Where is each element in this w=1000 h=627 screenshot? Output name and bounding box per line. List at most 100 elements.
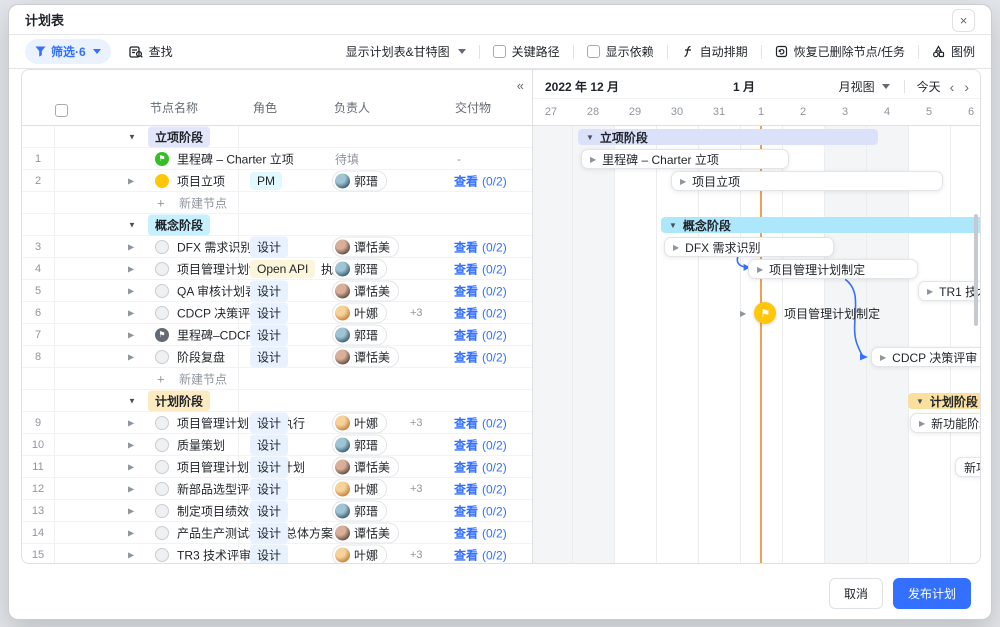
- expand-icon[interactable]: ▶: [128, 176, 134, 185]
- deliverable-view-link[interactable]: 查看(0/2): [454, 436, 507, 453]
- find-button[interactable]: 查找: [129, 43, 173, 60]
- table-row[interactable]: 15▶TR3 技术评审设计叶娜+3查看(0/2): [22, 544, 532, 563]
- deliverable-view-link[interactable]: 查看(0/2): [454, 172, 507, 189]
- owner-chip[interactable]: 谭恬美: [332, 280, 399, 301]
- deliverable-view-link[interactable]: 查看(0/2): [454, 502, 507, 519]
- expand-icon[interactable]: ▶: [128, 484, 134, 493]
- table-row[interactable]: 1⚑里程碑 – Charter 立项-待填-: [22, 148, 532, 170]
- expand-icon[interactable]: ▶: [128, 528, 134, 537]
- add-node-label[interactable]: 新建节点: [179, 194, 227, 211]
- owner-chip[interactable]: 叶娜: [332, 412, 387, 433]
- critical-path-toggle[interactable]: 关键路径: [493, 43, 560, 60]
- add-node-row[interactable]: + 新建节点: [22, 368, 532, 390]
- phase-row[interactable]: ▼概念阶段: [22, 214, 532, 236]
- gantt-task-bar[interactable]: ▶项目管理计划制定: [748, 259, 918, 279]
- table-row[interactable]: 14▶产品生产测试和工艺总体方案设计设计谭恬美查看(0/2): [22, 522, 532, 544]
- deliverable-view-link[interactable]: 查看(0/2): [454, 546, 507, 563]
- table-row[interactable]: 13▶制定项目绩效计划设计郭瑨查看(0/2): [22, 500, 532, 522]
- restore-deleted-button[interactable]: 恢复已删除节点/任务: [775, 43, 905, 60]
- view-mode-dropdown[interactable]: 显示计划表&甘特图: [346, 43, 466, 60]
- owner-chip[interactable]: 叶娜: [332, 478, 387, 499]
- close-button[interactable]: ×: [952, 9, 975, 32]
- vertical-scrollbar[interactable]: [974, 214, 978, 326]
- collapse-phase-icon[interactable]: ▼: [128, 132, 136, 141]
- add-node-plus-icon[interactable]: +: [157, 195, 165, 210]
- add-node-label[interactable]: 新建节点: [179, 370, 227, 387]
- gantt-task-bar[interactable]: ▶新功能阶段推广: [910, 413, 980, 433]
- gantt-phase-bar[interactable]: ▼立项阶段: [578, 129, 878, 145]
- table-row[interactable]: 12▶新部品选型评估设计叶娜+3查看(0/2): [22, 478, 532, 500]
- deliverable-view-link[interactable]: 查看(0/2): [454, 238, 507, 255]
- collapse-phase-icon[interactable]: ▼: [128, 220, 136, 229]
- gantt-task-bar[interactable]: ▶DFX 需求识别: [664, 237, 834, 257]
- owner-chip[interactable]: 郭瑨: [332, 500, 387, 521]
- gantt-task-bar[interactable]: 新功能: [955, 457, 980, 477]
- deliverable-view-link[interactable]: 查看(0/2): [454, 348, 507, 365]
- deliverable-view-link[interactable]: 查看(0/2): [454, 304, 507, 321]
- expand-icon[interactable]: ▶: [128, 330, 134, 339]
- table-row[interactable]: 5▶QA 审核计划表设计谭恬美查看(0/2): [22, 280, 532, 302]
- deliverable-view-link[interactable]: 查看(0/2): [454, 524, 507, 541]
- add-node-row[interactable]: + 新建节点: [22, 192, 532, 214]
- deliverable-view-link[interactable]: 查看(0/2): [454, 326, 507, 343]
- filter-button[interactable]: 筛选·6: [25, 39, 111, 64]
- deliverable-view-link[interactable]: 查看(0/2): [454, 282, 507, 299]
- deliverable-view-link[interactable]: 查看(0/2): [454, 480, 507, 497]
- owner-chip[interactable]: 谭恬美: [332, 236, 399, 257]
- deliverable-view-link[interactable]: 查看(0/2): [454, 458, 507, 475]
- gantt-phase-bar[interactable]: ▼计划阶段: [908, 393, 980, 409]
- owner-chip[interactable]: 叶娜: [332, 302, 387, 323]
- expand-icon[interactable]: ▶: [128, 440, 134, 449]
- scroll-right-icon[interactable]: ›: [959, 79, 974, 95]
- show-dependency-toggle[interactable]: 显示依赖: [587, 43, 654, 60]
- scroll-left-icon[interactable]: ‹: [945, 79, 960, 95]
- expand-icon[interactable]: ▶: [128, 418, 134, 427]
- critical-path-checkbox[interactable]: [493, 45, 506, 58]
- expand-icon[interactable]: ▶: [128, 550, 134, 559]
- gantt-task-bar[interactable]: ▶里程碑 – Charter 立项: [581, 149, 789, 169]
- add-node-plus-icon[interactable]: +: [157, 371, 165, 386]
- expand-icon[interactable]: ▶: [128, 242, 134, 251]
- owner-chip[interactable]: 谭恬美: [332, 456, 399, 477]
- expand-icon[interactable]: ▶: [128, 506, 134, 515]
- table-row[interactable]: 4▶项目管理计划制定（初步）执行Open API郭瑨查看(0/2): [22, 258, 532, 280]
- expand-icon[interactable]: ▶: [128, 308, 134, 317]
- cancel-button[interactable]: 取消: [829, 578, 883, 609]
- expand-icon[interactable]: ▶: [128, 286, 134, 295]
- owner-chip[interactable]: 郭瑨: [332, 324, 387, 345]
- zoom-level-dropdown[interactable]: 月视图: [833, 76, 896, 97]
- gantt-task-bar[interactable]: ▶项目立项: [671, 171, 943, 191]
- owner-chip[interactable]: 郭瑨: [332, 170, 387, 191]
- table-row[interactable]: 10▶质量策划设计郭瑨查看(0/2): [22, 434, 532, 456]
- phase-row[interactable]: ▼立项阶段: [22, 126, 532, 148]
- owner-chip[interactable]: 谭恬美: [332, 522, 399, 543]
- owner-chip[interactable]: 叶娜: [332, 544, 387, 563]
- table-row[interactable]: 2▶项目立项PM郭瑨查看(0/2): [22, 170, 532, 192]
- deliverable-view-link[interactable]: 查看(0/2): [454, 260, 507, 277]
- deliverable-view-link[interactable]: 查看(0/2): [454, 414, 507, 431]
- table-row[interactable]: 9▶项目管理计划更新&执行设计叶娜+3查看(0/2): [22, 412, 532, 434]
- owner-chip[interactable]: 郭瑨: [332, 258, 387, 279]
- expand-icon[interactable]: ▶: [128, 352, 134, 361]
- today-button[interactable]: 今天: [913, 76, 945, 97]
- table-row[interactable]: 7▶⚑里程碑–CDCP设计郭瑨查看(0/2): [22, 324, 532, 346]
- table-row[interactable]: 11▶项目管理计划更新&计划设计谭恬美查看(0/2): [22, 456, 532, 478]
- gantt-milestone-flag[interactable]: ▶⚑项目管理计划制定: [740, 302, 880, 324]
- owner-chip[interactable]: 谭恬美: [332, 346, 399, 367]
- collapse-table-icon[interactable]: «: [517, 78, 522, 93]
- expand-icon[interactable]: ▶: [128, 264, 134, 273]
- gantt-phase-bar[interactable]: ▼概念阶段: [661, 217, 980, 233]
- publish-plan-button[interactable]: 发布计划: [893, 578, 971, 609]
- select-all-checkbox[interactable]: [55, 104, 68, 117]
- gantt-task-bar[interactable]: ▶CDCP 决策评审: [871, 347, 980, 367]
- collapse-phase-icon[interactable]: ▼: [128, 396, 136, 405]
- auto-schedule-button[interactable]: 自动排期: [681, 43, 748, 60]
- gantt-task-bar[interactable]: ▶TR1 技术评审: [918, 281, 980, 301]
- table-row[interactable]: 6▶CDCP 决策评审设计叶娜+3查看(0/2): [22, 302, 532, 324]
- show-dependency-checkbox[interactable]: [587, 45, 600, 58]
- expand-icon[interactable]: ▶: [128, 462, 134, 471]
- table-row[interactable]: 3▶DFX 需求识别设计谭恬美查看(0/2): [22, 236, 532, 258]
- phase-row[interactable]: ▼计划阶段: [22, 390, 532, 412]
- legend-button[interactable]: 图例: [932, 43, 975, 60]
- table-row[interactable]: 8▶阶段复盘设计谭恬美查看(0/2): [22, 346, 532, 368]
